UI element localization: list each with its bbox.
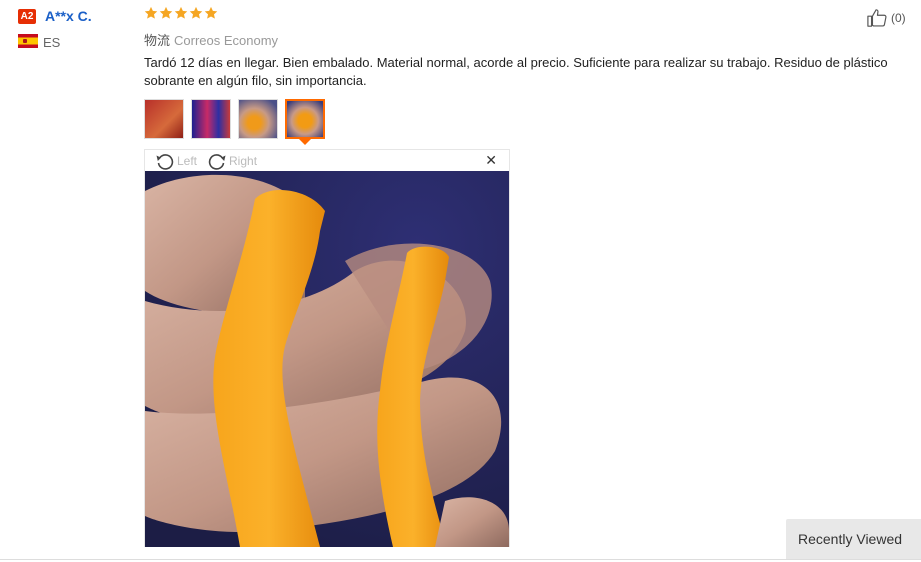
country-flag-icon xyxy=(18,34,38,48)
review-photo-thumbnails xyxy=(144,99,325,139)
shipping-method: Correos Economy xyxy=(174,33,279,48)
rotate-right-button[interactable]: Right xyxy=(207,152,257,170)
helpful-button[interactable]: (0) xyxy=(866,8,906,28)
reviewer-name: A**x C. xyxy=(45,8,92,24)
rotate-right-icon xyxy=(208,153,226,170)
star-icon xyxy=(174,6,188,19)
reviewer-country: ES xyxy=(43,35,61,50)
helpful-count: (0) xyxy=(891,11,906,25)
recently-viewed-button[interactable]: Recently Viewed xyxy=(786,519,921,559)
star-icon xyxy=(204,6,218,19)
photo-viewer: Left Right ✕ xyxy=(144,149,510,547)
review-photo xyxy=(145,171,509,547)
rotate-left-label: Left xyxy=(177,153,198,168)
review-photo-thumb-2[interactable] xyxy=(191,99,231,139)
divider xyxy=(0,559,921,560)
shipping-info: 物流 Correos Economy xyxy=(144,30,278,49)
thumbs-up-icon xyxy=(867,9,887,27)
review-photo-thumb-3[interactable] xyxy=(238,99,278,139)
rotate-left-button[interactable]: Left xyxy=(155,152,197,170)
review-photo-thumb-4[interactable] xyxy=(285,99,325,139)
photo-viewer-toolbar: Left Right ✕ xyxy=(145,150,509,171)
shipping-label: 物流 xyxy=(144,33,171,48)
close-viewer-button[interactable]: ✕ xyxy=(485,152,497,169)
active-thumb-indicator xyxy=(299,139,311,145)
star-rating xyxy=(144,6,218,20)
review-photo-image xyxy=(145,171,509,547)
star-icon xyxy=(189,6,203,19)
rotate-left-icon xyxy=(156,153,174,170)
review-text: Tardó 12 días en llegar. Bien embalado. … xyxy=(144,55,888,88)
star-icon xyxy=(159,6,173,19)
rotate-right-label: Right xyxy=(229,153,258,168)
star-icon xyxy=(144,6,158,19)
buyer-level-badge: A2 xyxy=(18,9,36,24)
review-photo-thumb-1[interactable] xyxy=(144,99,184,139)
